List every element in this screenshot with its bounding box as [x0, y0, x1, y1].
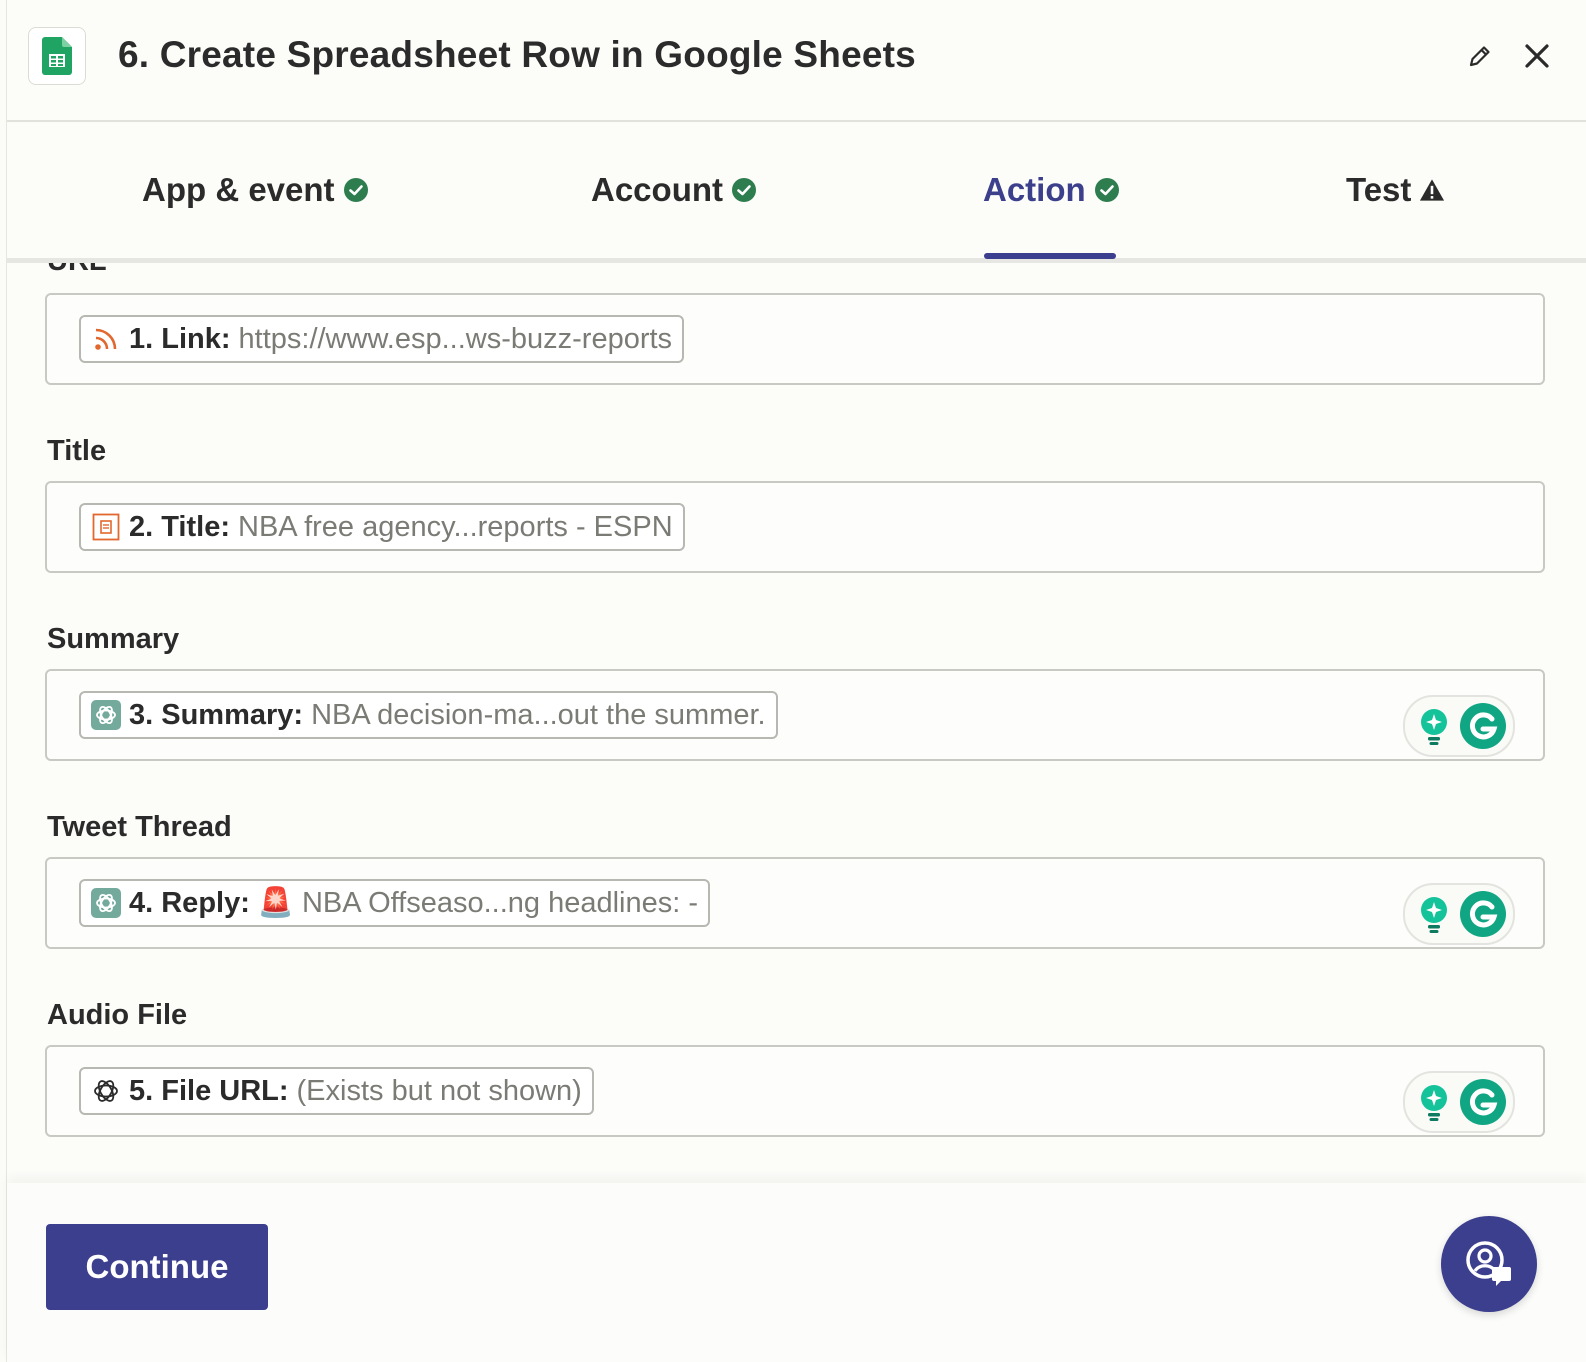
field-label-summary: Summary — [47, 623, 180, 655]
tab-label: Test — [1346, 171, 1412, 208]
tab-action[interactable]: Action — [983, 122, 1120, 258]
tab-account[interactable]: Account — [591, 122, 757, 258]
mapped-value-pill[interactable]: 4. Reply: 🚨 NBA Offseaso...ng headlines:… — [79, 879, 711, 927]
step-editor-panel: 6. Create Spreadsheet Row in Google Shee… — [6, 0, 1586, 1362]
pill-key: 4. Reply: — [129, 886, 250, 919]
tweet-thread-field[interactable]: 4. Reply: 🚨 NBA Offseaso...ng headlines:… — [45, 857, 1545, 949]
lightbulb-icon — [1421, 709, 1447, 745]
field-label-tweet-thread: Tweet Thread — [47, 811, 232, 843]
check-circle-icon — [732, 178, 756, 202]
check-circle-icon — [343, 178, 368, 202]
step-footer: Continue — [7, 1183, 1586, 1362]
continue-button[interactable]: Continue — [46, 1224, 268, 1310]
field-label-title: Title — [47, 435, 107, 467]
help-person-icon — [1466, 1241, 1511, 1286]
openai-outline-icon — [91, 1076, 121, 1106]
summary-field[interactable]: 3. Summary: NBA decision-ma...out the su… — [45, 669, 1545, 761]
lightbulb-icon — [1421, 897, 1447, 933]
siren-emoji-icon: 🚨 — [257, 887, 294, 919]
mapped-value-pill[interactable]: 5. File URL: (Exists but not shown) — [79, 1067, 594, 1115]
fields-scroll-area[interactable]: URL 1. Link: https://www.esp...ws-buzz-r… — [7, 263, 1586, 1183]
edit-pencil-icon[interactable] — [1462, 38, 1498, 74]
tab-test[interactable]: Test — [1346, 122, 1445, 258]
pill-value: (Exists but not shown) — [296, 1074, 582, 1107]
tab-label: Account — [591, 171, 723, 208]
lightbulb-icon — [1421, 1085, 1447, 1121]
mapped-value-pill[interactable]: 1. Link: https://www.esp...ws-buzz-repor… — [79, 315, 685, 363]
pill-value: https://www.esp...ws-buzz-reports — [238, 322, 673, 355]
grammarly-widget[interactable] — [1403, 1071, 1515, 1133]
document-icon — [91, 512, 121, 542]
pill-key: 1. Link: — [129, 322, 231, 355]
step-header: 6. Create Spreadsheet Row in Google Shee… — [7, 0, 1586, 122]
step-tabs: App & event Account Action Test — [7, 122, 1586, 263]
tab-app-event[interactable]: App & event — [142, 122, 369, 258]
page-title: 6. Create Spreadsheet Row in Google Shee… — [118, 34, 916, 75]
tab-label: App & event — [142, 171, 335, 208]
title-field[interactable]: 2. Title: NBA free agency...reports - ES… — [45, 481, 1545, 573]
openai-icon — [91, 888, 121, 918]
pill-value: NBA Offseaso...ng headlines: - — [301, 886, 699, 919]
pill-key: 2. Title: — [129, 510, 230, 543]
help-chat-button[interactable] — [1441, 1216, 1537, 1312]
openai-icon — [91, 700, 121, 730]
url-field[interactable]: 1. Link: https://www.esp...ws-buzz-repor… — [45, 293, 1545, 385]
google-sheets-icon — [28, 27, 86, 85]
pill-key: 3. Summary: — [129, 698, 304, 731]
field-label-url: URL — [47, 263, 107, 278]
grammarly-widget[interactable] — [1403, 883, 1515, 945]
grammarly-icon — [1460, 1079, 1506, 1125]
mapped-value-pill[interactable]: 2. Title: NBA free agency...reports - ES… — [79, 503, 685, 551]
pill-value: NBA decision-ma...out the summer. — [311, 698, 766, 731]
grammarly-icon — [1460, 891, 1506, 937]
tab-label: Action — [983, 171, 1086, 208]
grammarly-widget[interactable] — [1403, 695, 1515, 757]
field-label-audio-file: Audio File — [47, 999, 188, 1031]
check-circle-icon — [1094, 178, 1119, 202]
warning-icon — [1420, 179, 1445, 201]
rss-icon — [91, 324, 121, 354]
pill-key: 5. File URL: — [129, 1074, 289, 1107]
mapped-value-pill[interactable]: 3. Summary: NBA decision-ma...out the su… — [79, 691, 778, 739]
active-tab-indicator — [984, 253, 1116, 259]
grammarly-icon — [1460, 703, 1506, 749]
audio-file-field[interactable]: 5. File URL: (Exists but not shown) — [45, 1045, 1545, 1137]
pill-value: NBA free agency...reports - ESPN — [238, 510, 673, 543]
close-icon[interactable] — [1519, 38, 1555, 74]
